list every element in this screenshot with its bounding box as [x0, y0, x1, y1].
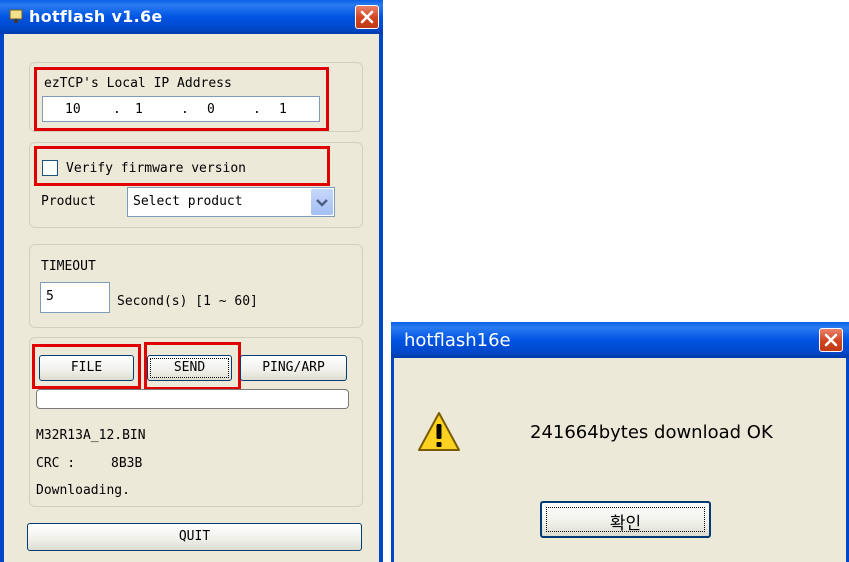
dialog-frame-left [391, 358, 394, 562]
ip-octet-1[interactable]: 10 [65, 102, 81, 117]
timeout-unit-text: Second(s) [1 ~ 60] [117, 294, 258, 309]
ip-group-label: ezTCP's Local IP Address [44, 76, 232, 91]
ip-octet-3[interactable]: 0 [207, 102, 215, 117]
ip-dot-3: . [253, 102, 261, 117]
ip-octet-2[interactable]: 1 [135, 102, 143, 117]
hotflash-main-window: hotflash v1.6e ezTCP's Local IP Address … [0, 0, 383, 562]
product-select[interactable]: Select product [127, 187, 335, 217]
close-icon [824, 333, 838, 347]
ip-address-field[interactable]: 10 . 1 . 0 . 1 [42, 96, 320, 122]
window-frame-left [0, 34, 4, 562]
chevron-down-icon[interactable] [311, 189, 333, 215]
main-window-title: hotflash v1.6e [29, 7, 163, 26]
dialog-title-bar[interactable]: hotflash16e [391, 322, 849, 358]
dialog-close-button[interactable] [819, 328, 843, 352]
ip-dot-1: . [113, 102, 121, 117]
ping-arp-button[interactable]: PING/ARP [240, 355, 347, 381]
timeout-input[interactable]: 5 [40, 282, 110, 313]
crc-value: 8B3B [111, 456, 143, 471]
main-close-button[interactable] [355, 5, 379, 29]
main-title-bar[interactable]: hotflash v1.6e [0, 0, 383, 34]
verify-checkbox-label[interactable]: Verify firmware version [66, 161, 246, 176]
warning-icon [417, 410, 461, 454]
status-text: Downloading. [36, 483, 130, 498]
verify-checkbox[interactable] [42, 160, 58, 176]
send-button[interactable]: SEND [147, 355, 232, 381]
ip-dot-2: . [181, 102, 189, 117]
download-progress-bar [36, 389, 349, 409]
ip-octet-4[interactable]: 1 [279, 102, 287, 117]
filename-text: M32R13A_12.BIN [36, 428, 146, 443]
timeout-label: TIMEOUT [41, 259, 96, 274]
product-selected-value: Select product [133, 194, 243, 209]
window-frame-right [379, 34, 383, 562]
product-label: Product [41, 194, 96, 209]
dialog-title: hotflash16e [404, 330, 511, 351]
download-complete-dialog: hotflash16e 241664bytes download OK 확인 [391, 322, 849, 562]
crc-label: CRC : [36, 456, 76, 471]
quit-button[interactable]: QUIT [27, 523, 362, 551]
ok-button-label: 확인 [609, 514, 642, 534]
dialog-ok-button[interactable]: 확인 [540, 501, 711, 538]
close-icon [360, 10, 374, 24]
dialog-message: 241664bytes download OK [530, 422, 773, 443]
timeout-value: 5 [46, 289, 54, 304]
app-icon [9, 9, 23, 24]
file-button[interactable]: FILE [39, 355, 134, 381]
